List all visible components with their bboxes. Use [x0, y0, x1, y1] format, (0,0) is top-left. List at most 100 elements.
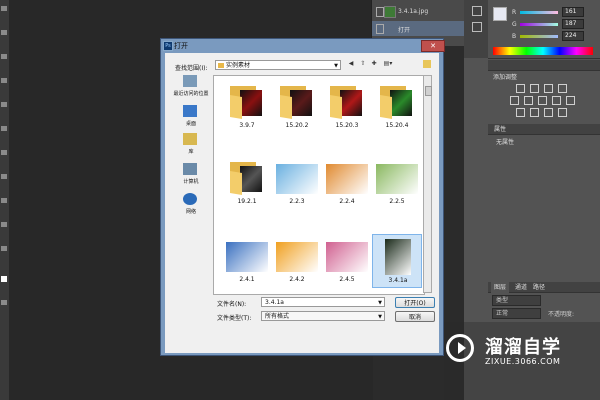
image-file-item[interactable]: 2.4.1 [222, 234, 272, 288]
gradient-map-icon[interactable] [558, 108, 567, 117]
filename-value: 3.4.1a [265, 299, 284, 306]
channel-mixer-icon[interactable] [566, 96, 575, 105]
brush-icon [376, 7, 384, 17]
open-dialog: Ps 打开 ✕ 查找范围(I): 实例素材 ▼ ◀ ⇧ ✚ ▤▾ 最近访问的位置… [160, 38, 445, 356]
folder-item[interactable]: 3.9.7 [222, 80, 272, 134]
folder-icon [280, 84, 314, 120]
place-libraries[interactable]: 库 [169, 133, 213, 163]
threshold-icon[interactable] [544, 108, 553, 117]
up-folder-icon[interactable]: ⇧ [359, 60, 367, 68]
look-in-label: 查找范围(I): [175, 65, 208, 72]
exposure-icon[interactable] [558, 84, 567, 93]
history-snapshot[interactable]: 3.4.1a.jpg [372, 4, 465, 19]
open-button[interactable]: 打开(O) [395, 297, 435, 308]
computer-icon [183, 163, 197, 175]
image-file-item[interactable]: 2.4.5 [322, 234, 372, 288]
place-network[interactable]: 网络 [169, 193, 213, 223]
dialog-title: 打开 [174, 42, 188, 50]
blue-slider[interactable] [520, 35, 558, 38]
recent-places-icon [183, 75, 197, 87]
dialog-body: 查找范围(I): 实例素材 ▼ ◀ ⇧ ✚ ▤▾ 最近访问的位置 桌面 库 计算… [165, 53, 439, 353]
folder-preview-image [390, 90, 412, 116]
file-name-label: 2.2.5 [389, 198, 405, 205]
hand-tool-icon[interactable] [1, 300, 7, 305]
tab-channels[interactable]: 通道 [512, 281, 530, 293]
adjustments-tabbar [488, 60, 600, 71]
stamp-tool-icon[interactable] [1, 150, 7, 155]
folder-preview-image [240, 90, 262, 116]
image-file-item[interactable]: 2.4.2 [272, 234, 322, 288]
chevron-down-icon[interactable]: ▼ [378, 298, 382, 308]
pen-tool-icon[interactable] [1, 222, 7, 227]
red-value[interactable]: 161 [562, 7, 584, 17]
new-folder-icon[interactable]: ✚ [370, 60, 378, 68]
eyedropper-tool-icon[interactable] [1, 102, 7, 107]
folder-item[interactable]: 19.2.1 [222, 156, 272, 210]
eraser-tool-icon[interactable] [1, 174, 7, 179]
levels-icon[interactable] [530, 84, 539, 93]
image-file-item[interactable]: 2.2.3 [272, 156, 322, 210]
crop-tool-icon[interactable] [1, 78, 7, 83]
foreground-color-swatch[interactable] [1, 276, 7, 282]
no-properties-text: 无属性 [496, 139, 515, 146]
vibrance-icon[interactable] [510, 96, 519, 105]
tab-layers[interactable]: 图层 [491, 281, 510, 293]
history-step-label: 打开 [398, 27, 411, 34]
hue-saturation-icon[interactable] [524, 96, 533, 105]
filetype-select[interactable]: 所有格式 ▼ [261, 311, 385, 321]
image-thumbnail [376, 164, 418, 194]
marquee-tool-icon[interactable] [1, 30, 7, 35]
file-list-scrollbar[interactable] [423, 75, 432, 293]
folder-item[interactable]: 15.20.3 [322, 80, 372, 134]
green-value[interactable]: 187 [562, 19, 584, 29]
place-desktop[interactable]: 桌面 [169, 105, 213, 135]
place-computer[interactable]: 计算机 [169, 163, 213, 193]
invert-icon[interactable] [516, 108, 525, 117]
image-thumbnail [326, 242, 368, 272]
color-balance-icon[interactable] [538, 96, 547, 105]
color-spectrum[interactable] [493, 47, 593, 55]
image-thumbnail [276, 164, 318, 194]
image-file-item[interactable]: 2.2.4 [322, 156, 372, 210]
lasso-tool-icon[interactable] [1, 54, 7, 59]
folder-item[interactable]: 15.20.4 [372, 80, 422, 134]
blue-label: B [512, 33, 517, 40]
type-tool-icon[interactable] [1, 246, 7, 251]
place-recent[interactable]: 最近访问的位置 [169, 75, 213, 105]
watermark-title: 溜溜自学 [485, 337, 561, 358]
close-button[interactable]: ✕ [421, 40, 445, 52]
back-icon[interactable]: ◀ [347, 60, 355, 68]
filetype-value: 所有格式 [265, 313, 290, 320]
filename-input[interactable]: 3.4.1a ▼ [261, 297, 385, 307]
blend-mode-select[interactable]: 正常 [492, 308, 541, 319]
blue-value[interactable]: 224 [562, 31, 584, 41]
black-white-icon[interactable] [552, 96, 561, 105]
look-in-select[interactable]: 实例素材 ▼ [215, 60, 341, 70]
brush-tool-icon[interactable] [1, 126, 7, 131]
layer-filter-kind[interactable]: 类型 [492, 295, 541, 306]
red-slider[interactable] [520, 11, 558, 14]
curves-icon[interactable] [544, 84, 553, 93]
history-step-open[interactable]: 打开 [372, 21, 465, 36]
image-file-item[interactable]: 3.4.1a [372, 234, 422, 288]
cancel-button[interactable]: 取消 [395, 311, 435, 322]
foreground-color-box[interactable] [493, 7, 507, 21]
green-slider[interactable] [520, 23, 558, 26]
tab-properties[interactable]: 属性 [491, 123, 509, 135]
image-thumbnail [385, 239, 411, 275]
color-panel-icon[interactable] [472, 6, 482, 16]
image-file-item[interactable]: 2.2.5 [372, 156, 422, 210]
scrollbar-thumb[interactable] [425, 86, 432, 96]
place-label: 最近访问的位置 [173, 91, 209, 97]
brightness-icon[interactable] [516, 84, 525, 93]
folder-item[interactable]: 15.20.2 [272, 80, 322, 134]
move-tool-icon[interactable] [1, 6, 7, 11]
posterize-icon[interactable] [530, 108, 539, 117]
libraries-icon [183, 133, 197, 145]
tab-paths[interactable]: 路径 [530, 281, 548, 293]
folder-action-icon[interactable] [423, 60, 431, 68]
gradient-tool-icon[interactable] [1, 198, 7, 203]
swatches-panel-icon[interactable] [472, 22, 482, 32]
folder-icon [230, 160, 264, 196]
view-menu-icon[interactable]: ▤▾ [382, 60, 394, 68]
